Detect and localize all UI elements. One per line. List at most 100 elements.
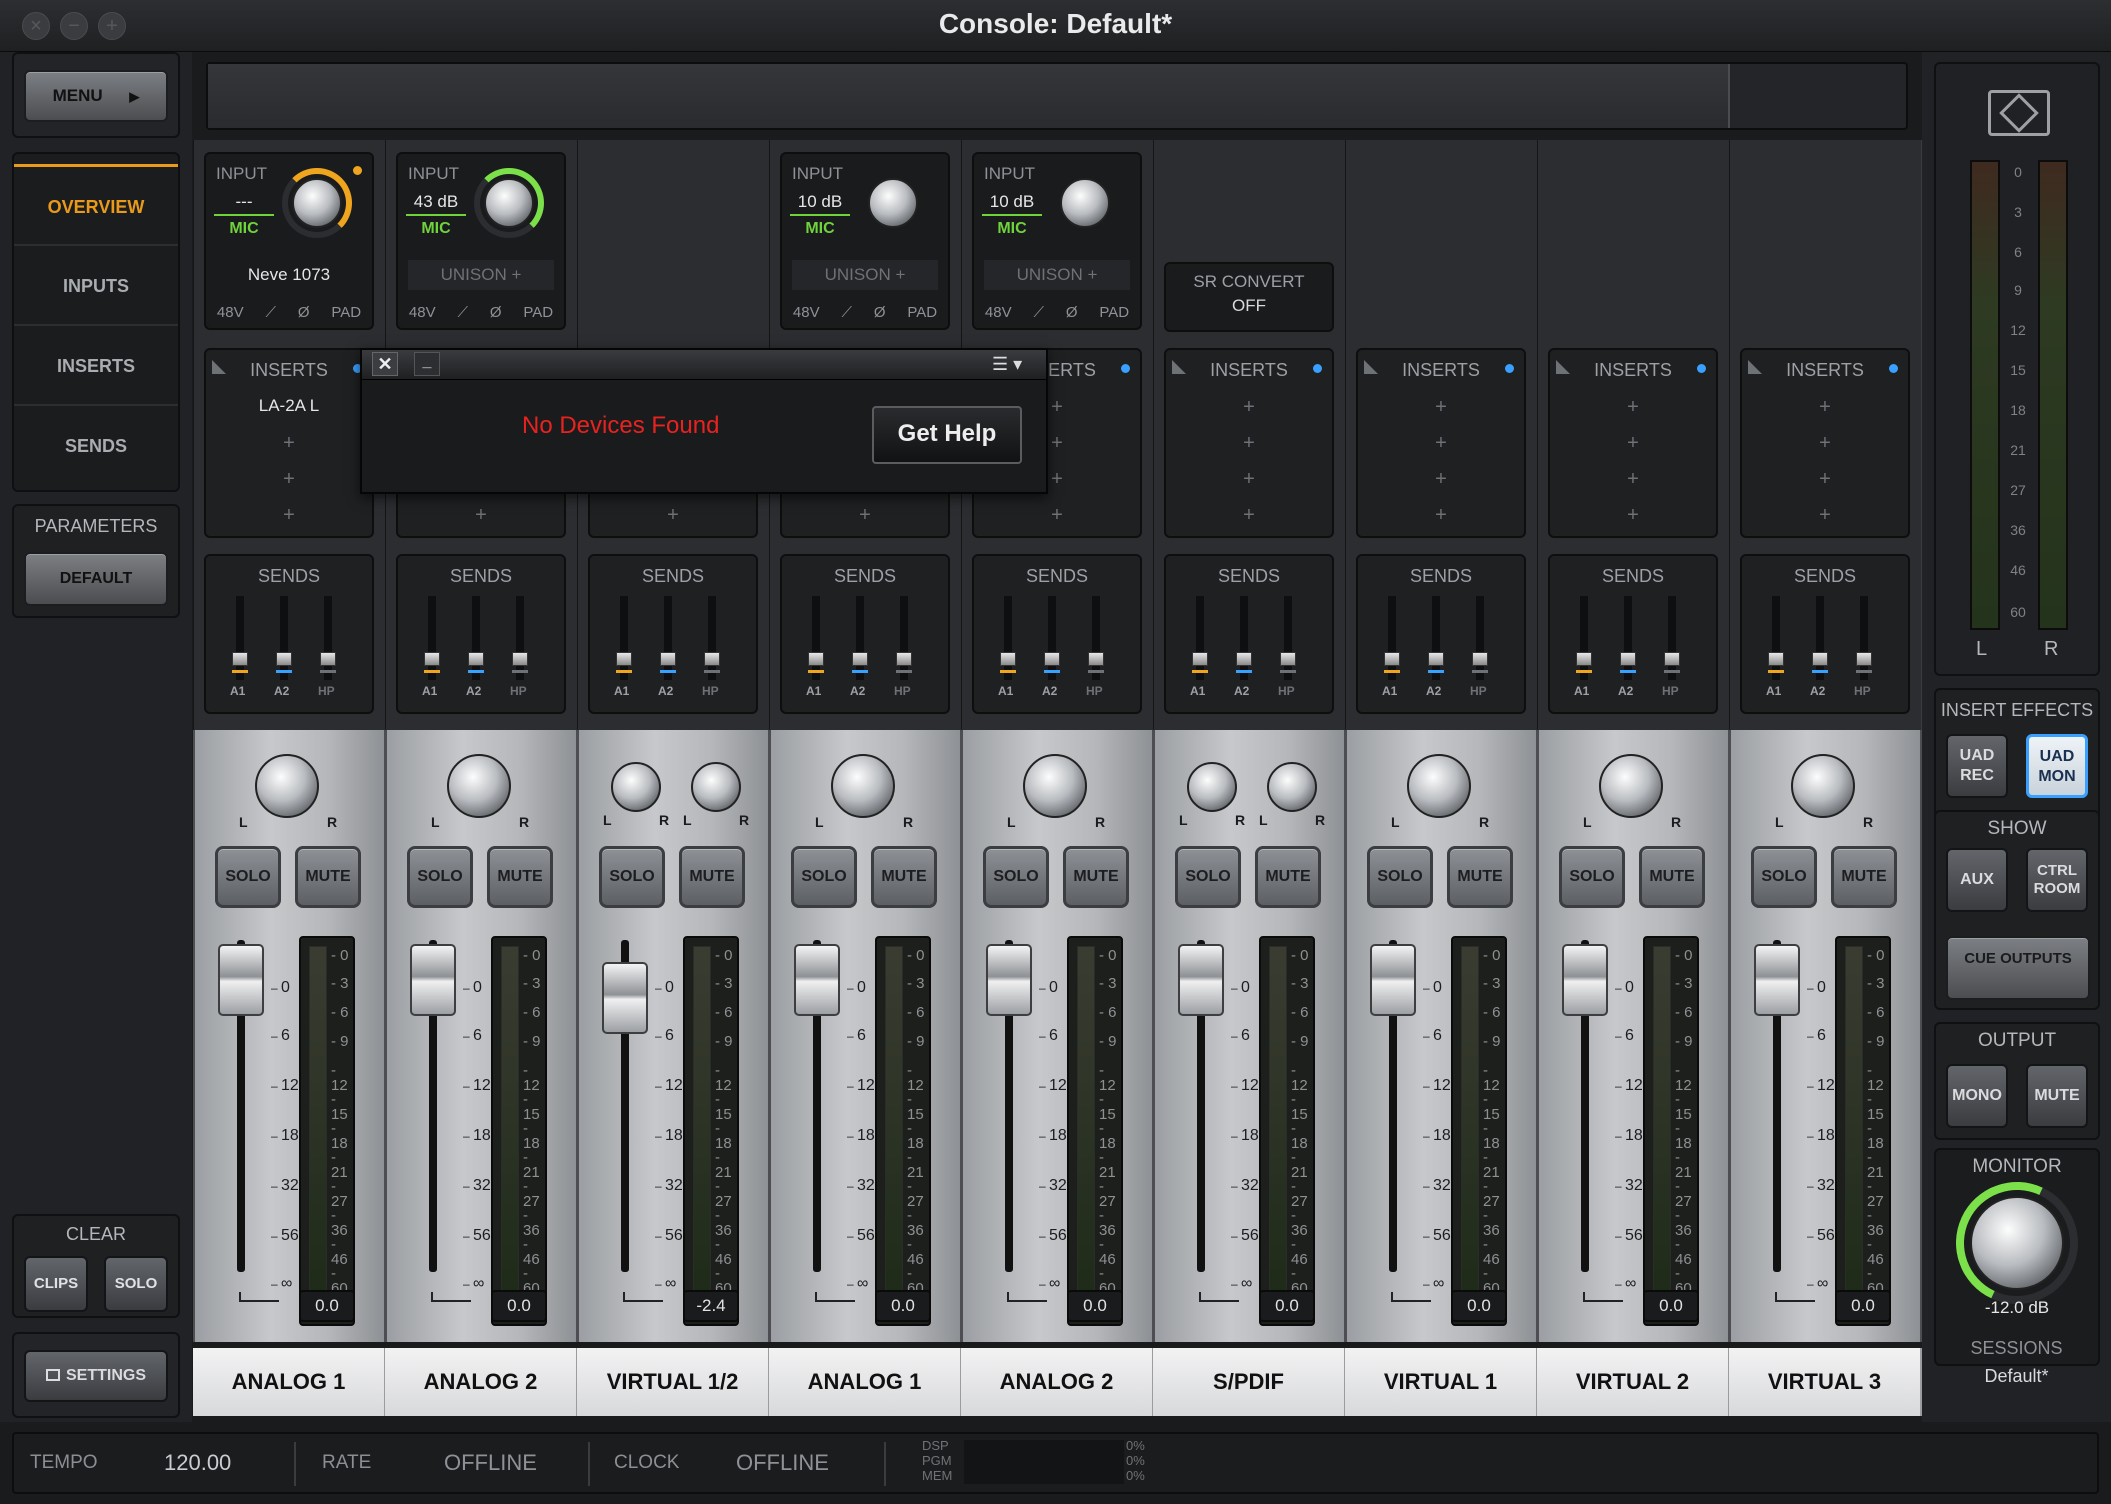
- send-fader-cap[interactable]: [1664, 652, 1680, 666]
- pan-knob[interactable]: [1407, 754, 1471, 818]
- low-cut-icon[interactable]: ⟋: [841, 304, 852, 321]
- default-parameters-button[interactable]: DEFAULT: [24, 552, 168, 606]
- fader-cap[interactable]: [1562, 944, 1608, 1016]
- fader-cap[interactable]: [794, 944, 840, 1016]
- send-fader-a2[interactable]: [1816, 596, 1824, 680]
- unison-slot[interactable]: UNISON +: [792, 260, 938, 290]
- pan-knob-r[interactable]: [691, 762, 741, 812]
- insert-slot[interactable]: +: [1742, 396, 1908, 419]
- pan-knob-l[interactable]: [611, 762, 661, 812]
- insert-slot[interactable]: +: [1550, 468, 1716, 491]
- insert-slot[interactable]: +: [1358, 504, 1524, 527]
- pan-knob[interactable]: [1599, 754, 1663, 818]
- uad-mon-button[interactable]: UAD MON: [2026, 734, 2088, 798]
- sr-convert-button[interactable]: SR CONVERT OFF: [1164, 262, 1334, 332]
- send-fader-cap[interactable]: [1472, 652, 1488, 666]
- fader-cap[interactable]: [1178, 944, 1224, 1016]
- overview-meter-bar[interactable]: [206, 62, 1908, 130]
- show-ctrl-room-button[interactable]: CTRL ROOM: [2026, 848, 2088, 912]
- send-fader-a1[interactable]: [1004, 596, 1012, 680]
- solo-button[interactable]: SOLO: [1175, 846, 1241, 908]
- send-fader-cap[interactable]: [1428, 652, 1444, 666]
- send-fader-cap[interactable]: [424, 652, 440, 666]
- insert-slot[interactable]: +: [974, 504, 1140, 527]
- polarity-icon[interactable]: Ø: [490, 304, 502, 321]
- send-fader-a2[interactable]: [1624, 596, 1632, 680]
- mic-line-toggle[interactable]: MIC: [406, 220, 466, 238]
- channel-name-label[interactable]: ANALOG 1: [769, 1348, 962, 1416]
- polarity-icon[interactable]: Ø: [1066, 304, 1078, 321]
- unison-slot[interactable]: Neve 1073: [216, 260, 362, 290]
- pan-knob[interactable]: [1791, 754, 1855, 818]
- send-fader-cap[interactable]: [704, 652, 720, 666]
- send-fader-cap[interactable]: [852, 652, 868, 666]
- insert-slot[interactable]: +: [206, 468, 372, 491]
- mute-button[interactable]: MUTE: [1255, 846, 1321, 908]
- insert-slot[interactable]: +: [1166, 396, 1332, 419]
- input-gain-knob[interactable]: [484, 178, 534, 228]
- dialog-close-icon[interactable]: ✕: [372, 352, 398, 376]
- mute-button[interactable]: MUTE: [1447, 846, 1513, 908]
- clear-solo-button[interactable]: SOLO: [104, 1256, 168, 1312]
- insert-slot[interactable]: +: [1742, 504, 1908, 527]
- send-fader-a2[interactable]: [664, 596, 672, 680]
- nav-inserts[interactable]: INSERTS: [14, 324, 178, 404]
- send-fader-hp[interactable]: [1668, 596, 1676, 680]
- channel-name-label[interactable]: VIRTUAL 1: [1345, 1348, 1538, 1416]
- fader-cap[interactable]: [986, 944, 1032, 1016]
- channel-name-label[interactable]: S/PDIF: [1153, 1348, 1346, 1416]
- monitor-knob[interactable]: [1970, 1196, 2064, 1290]
- nav-overview[interactable]: OVERVIEW: [14, 164, 178, 244]
- channel-name-label[interactable]: VIRTUAL 2: [1537, 1348, 1730, 1416]
- mute-button[interactable]: MUTE: [1063, 846, 1129, 908]
- send-fader-cap[interactable]: [1620, 652, 1636, 666]
- send-fader-cap[interactable]: [468, 652, 484, 666]
- send-fader-cap[interactable]: [1280, 652, 1296, 666]
- pan-knob[interactable]: [447, 754, 511, 818]
- insert-slot[interactable]: +: [206, 504, 372, 527]
- send-fader-cap[interactable]: [1044, 652, 1060, 666]
- send-fader-cap[interactable]: [1856, 652, 1872, 666]
- dialog-minimize-icon[interactable]: _: [414, 352, 440, 376]
- solo-button[interactable]: SOLO: [215, 846, 281, 908]
- insert-slot[interactable]: +: [1742, 468, 1908, 491]
- send-fader-cap[interactable]: [1192, 652, 1208, 666]
- low-cut-icon[interactable]: ⟋: [457, 304, 468, 321]
- send-fader-cap[interactable]: [1088, 652, 1104, 666]
- solo-button[interactable]: SOLO: [1367, 846, 1433, 908]
- send-fader-hp[interactable]: [516, 596, 524, 680]
- phantom-48v-button[interactable]: 48V: [985, 304, 1012, 321]
- send-fader-cap[interactable]: [1576, 652, 1592, 666]
- solo-button[interactable]: SOLO: [1751, 846, 1817, 908]
- solo-button[interactable]: SOLO: [983, 846, 1049, 908]
- insert-slot[interactable]: +: [1358, 432, 1524, 455]
- send-fader-cap[interactable]: [1812, 652, 1828, 666]
- solo-button[interactable]: SOLO: [791, 846, 857, 908]
- phantom-48v-button[interactable]: 48V: [793, 304, 820, 321]
- phantom-48v-button[interactable]: 48V: [217, 304, 244, 321]
- insert-slot[interactable]: +: [590, 504, 756, 527]
- send-fader-hp[interactable]: [1284, 596, 1292, 680]
- channel-name-label[interactable]: ANALOG 2: [385, 1348, 578, 1416]
- polarity-icon[interactable]: Ø: [298, 304, 310, 321]
- insert-slot[interactable]: +: [782, 504, 948, 527]
- tempo-value[interactable]: 120.00: [164, 1450, 231, 1476]
- mute-button[interactable]: MUTE: [1639, 846, 1705, 908]
- send-fader-cap[interactable]: [232, 652, 248, 666]
- pan-knob[interactable]: [255, 754, 319, 818]
- send-fader-a1[interactable]: [1580, 596, 1588, 680]
- send-fader-cap[interactable]: [1384, 652, 1400, 666]
- insert-slot[interactable]: +: [1742, 432, 1908, 455]
- insert-slot[interactable]: LA-2A L: [206, 396, 372, 416]
- send-fader-a2[interactable]: [856, 596, 864, 680]
- send-fader-hp[interactable]: [1092, 596, 1100, 680]
- output-mute-button[interactable]: MUTE: [2026, 1064, 2088, 1128]
- insert-slot[interactable]: +: [1166, 468, 1332, 491]
- pad-button[interactable]: PAD: [907, 304, 937, 321]
- fader-cap[interactable]: [1370, 944, 1416, 1016]
- show-aux-button[interactable]: AUX: [1946, 848, 2008, 912]
- fader-cap[interactable]: [218, 944, 264, 1016]
- mute-button[interactable]: MUTE: [487, 846, 553, 908]
- polarity-icon[interactable]: Ø: [874, 304, 886, 321]
- pad-button[interactable]: PAD: [523, 304, 553, 321]
